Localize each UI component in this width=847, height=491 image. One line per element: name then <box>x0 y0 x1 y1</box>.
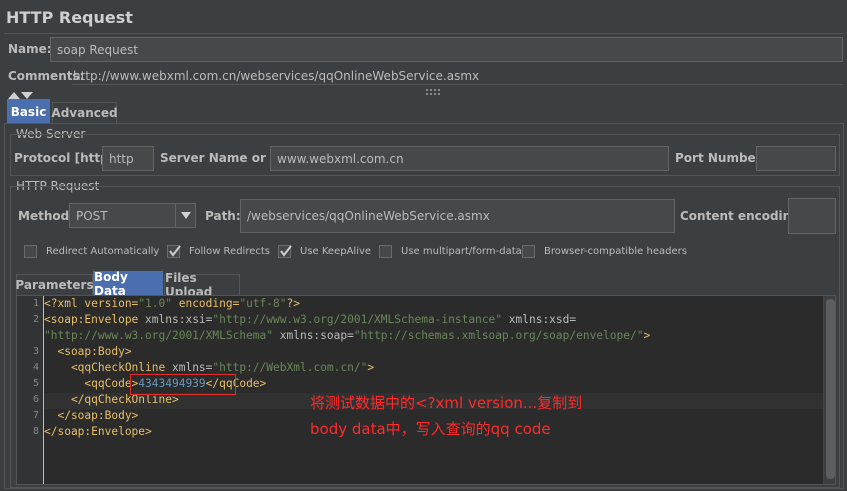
line-number-gutter: 1 2 3 4 5 6 7 8 <box>17 296 43 484</box>
code-token: </soap:Body> <box>44 409 139 422</box>
tab-parameters[interactable]: Parameters <box>15 274 94 295</box>
code-token: xmlns= <box>171 361 213 374</box>
code-line-2: <soap:Envelope xmlns:xsi="http://www.w3.… <box>44 313 576 326</box>
code-token: ?> <box>286 297 300 310</box>
code-token: "http://schemas.xmlsoap.org/soap/envelop… <box>353 329 644 342</box>
checkmark-icon <box>280 245 292 257</box>
code-token: "http://www.w3.org/2001/XMLSchema-instan… <box>212 313 503 326</box>
code-line-3: <soap:Body> <box>44 345 132 358</box>
code-token: "http://www.w3.org/2001/XMLSchema" <box>44 329 274 342</box>
code-line-2-wrap: "http://www.w3.org/2001/XMLSchema" xmlns… <box>44 329 650 342</box>
path-label: Path: <box>205 209 241 223</box>
code-token: "http://WebXml.com.cn/" <box>212 361 368 374</box>
code-token: xmlns:xsd= <box>502 313 577 326</box>
code-token: > <box>367 361 375 374</box>
page-title: HTTP Request <box>6 8 133 27</box>
checkbox-box <box>522 245 535 258</box>
scrollbar-thumb[interactable] <box>826 299 835 479</box>
code-token: <qqCheckOnline <box>44 361 172 374</box>
content-encoding-label: Content encoding: <box>680 209 805 223</box>
redirect-automatically-checkbox[interactable]: Redirect Automatically <box>24 245 159 258</box>
scrollbar-track[interactable] <box>823 296 835 484</box>
code-token: xmlns:xsi= <box>145 313 213 326</box>
checkbox-box <box>24 245 37 258</box>
tab-files-upload[interactable]: Files Upload <box>164 271 240 299</box>
name-label: Name: <box>8 42 52 56</box>
method-value: POST <box>76 208 108 223</box>
server-field[interactable]: www.webxml.com.cn <box>270 146 669 171</box>
port-field[interactable] <box>756 146 836 171</box>
server-label: Server Name or IP: <box>160 151 289 165</box>
use-keepalive-checkbox[interactable]: Use KeepAlive <box>278 245 371 258</box>
code-line-7: </soap:Body> <box>44 409 138 422</box>
line-number: 2 <box>32 314 39 325</box>
checkbox-box <box>278 245 292 258</box>
code-line-4: <qqCheckOnline xmlns="http://WebXml.com.… <box>44 361 374 374</box>
code-token: <soap:Body> <box>44 345 132 358</box>
code-line-8: </soap:Envelope> <box>44 425 152 438</box>
line-number: 5 <box>32 378 39 389</box>
method-label: Method: <box>18 209 74 223</box>
code-token: <soap:Envelope <box>44 313 146 326</box>
body-data-editor[interactable]: 1 2 3 4 5 6 7 8 <?xml version="1.0" enco… <box>16 295 836 485</box>
comments-field[interactable]: http://www.webxml.com.cn/webservices/qqO… <box>73 69 479 83</box>
code-token: "utf-8" <box>239 297 287 310</box>
protocol-field[interactable]: http <box>102 146 154 171</box>
checkbox-label: Use KeepAlive <box>300 246 372 257</box>
checkbox-label: Follow Redirects <box>189 246 270 257</box>
tab-advanced[interactable]: Advanced <box>51 102 118 123</box>
checkbox-label: Browser-compatible headers <box>544 246 687 257</box>
checkmark-icon <box>169 245 181 257</box>
line-number: 7 <box>32 410 39 421</box>
code-token: > <box>643 329 651 342</box>
comments-underline <box>72 84 843 85</box>
code-token: xmlns:soap= <box>273 329 354 342</box>
content-encoding-field[interactable] <box>788 198 836 234</box>
line-number: 4 <box>32 362 39 373</box>
title-divider <box>4 33 843 34</box>
checkbox-box <box>167 245 181 258</box>
code-token: encoding= <box>171 297 240 310</box>
tab-basic[interactable]: Basic <box>7 99 50 123</box>
code-token: <qqCode> <box>44 377 139 390</box>
code-token: "1.0" <box>138 297 172 310</box>
dropdown-arrow-icon[interactable] <box>175 204 195 227</box>
splitter-grip-icon[interactable] <box>426 89 440 95</box>
path-field[interactable]: /webservices/qqOnlineWebService.asmx <box>240 199 675 233</box>
line-number: 1 <box>32 298 39 309</box>
tab-body-data[interactable]: Body Data <box>93 270 163 298</box>
line-number: 3 <box>32 346 39 357</box>
method-select[interactable]: POST <box>69 203 196 228</box>
browser-compatible-headers-checkbox[interactable]: Browser-compatible headers <box>522 245 687 258</box>
line-number: 8 <box>32 426 39 437</box>
use-multipart-checkbox[interactable]: Use multipart/form-data <box>379 245 522 258</box>
port-label: Port Number: <box>675 151 767 165</box>
checkbox-label: Redirect Automatically <box>46 246 160 257</box>
name-field[interactable]: soap Request <box>50 37 843 62</box>
line-number: 6 <box>32 394 39 405</box>
follow-redirects-checkbox[interactable]: Follow Redirects <box>167 245 270 258</box>
checkbox-label: Use multipart/form-data <box>401 246 522 257</box>
code-line-1: <?xml version="1.0" encoding="utf-8"?> <box>44 297 300 310</box>
annotation-line-2: body data中，写入查询的qq code <box>310 420 551 438</box>
highlight-box <box>130 374 236 395</box>
annotation-line-1: 将测试数据中的<?xml version...复制到 <box>310 394 583 412</box>
code-token: </soap:Envelope> <box>44 425 152 438</box>
code-token: <?xml version= <box>44 297 139 310</box>
checkbox-box <box>379 245 392 258</box>
